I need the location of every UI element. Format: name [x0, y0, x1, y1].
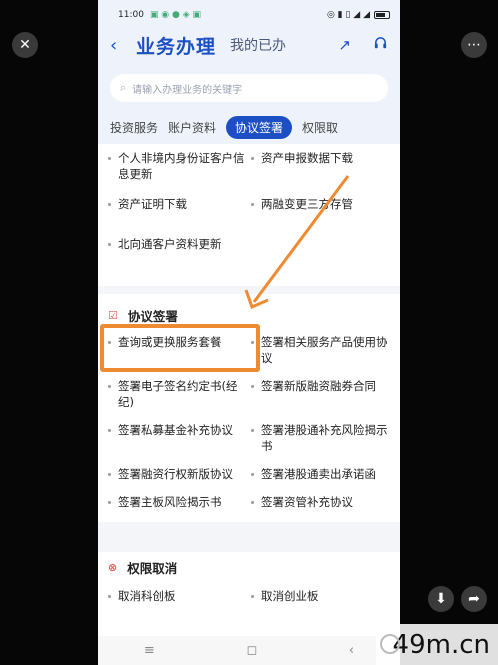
watermark: 49m.cn [376, 624, 498, 665]
highlight-box [100, 324, 260, 372]
watermark-logo-icon [380, 634, 400, 654]
